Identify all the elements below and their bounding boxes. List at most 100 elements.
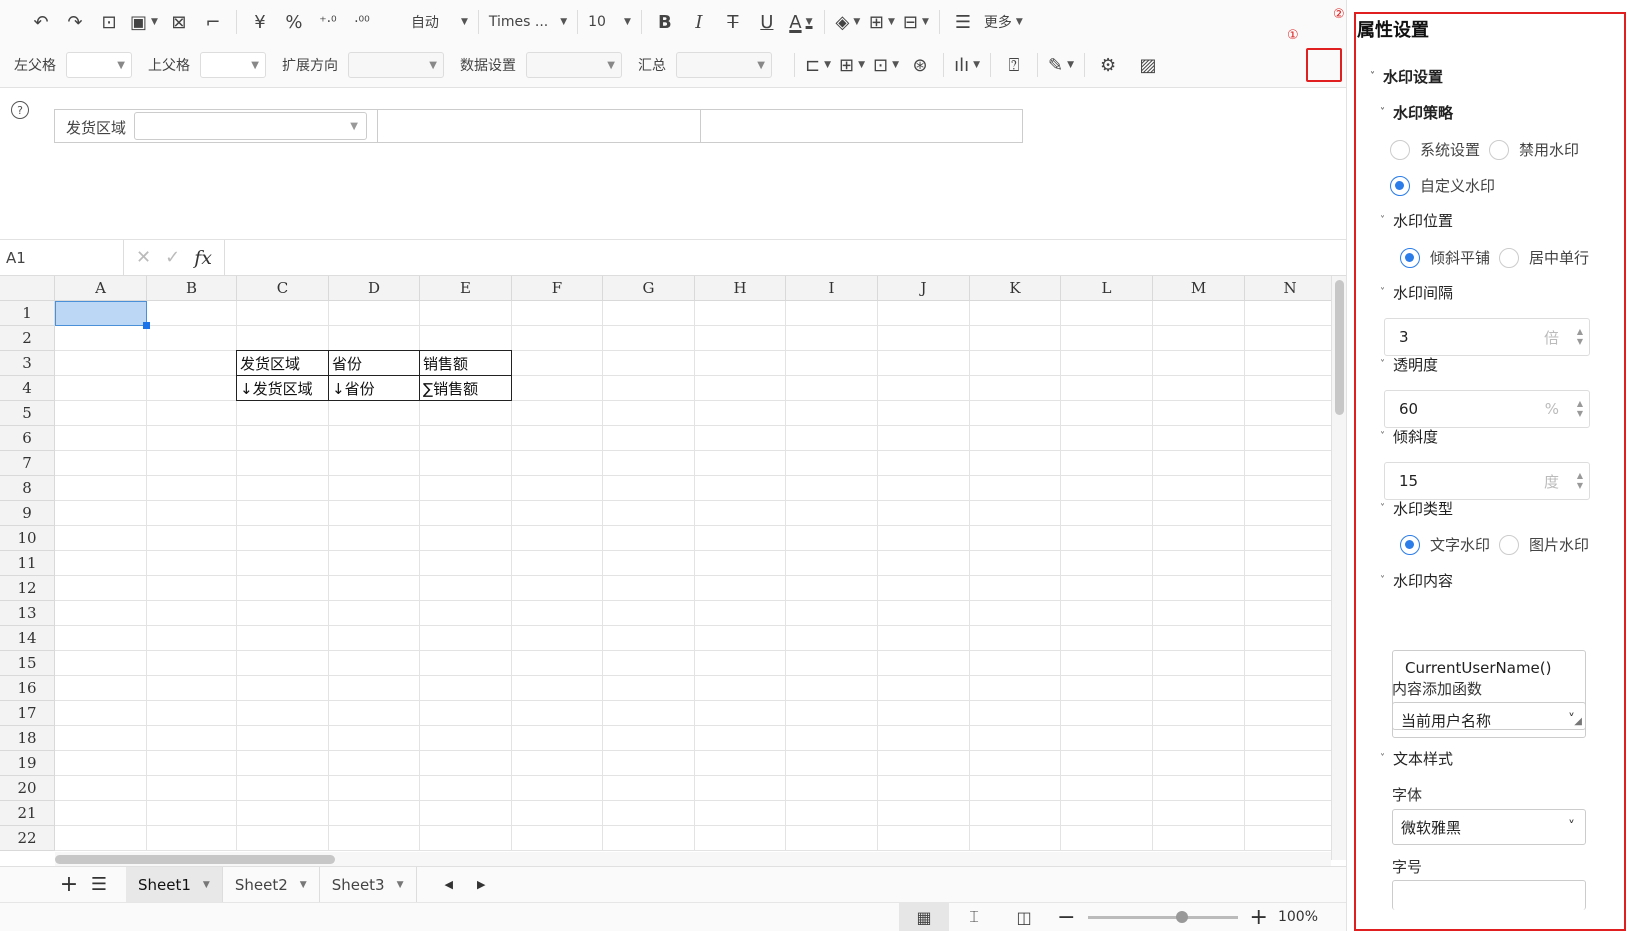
row-header[interactable]: 10 — [0, 526, 55, 551]
cancel-icon[interactable]: ✕ — [136, 247, 151, 268]
italic-button[interactable]: I — [682, 7, 716, 37]
column-header[interactable]: L — [1061, 276, 1153, 301]
zoom-out-icon[interactable]: − — [1057, 905, 1075, 930]
report-setting-icon[interactable]: ✎ ▼ — [1044, 50, 1078, 80]
zoom-slider[interactable] — [1087, 910, 1238, 923]
chevron-down-icon[interactable]: ▼ — [203, 880, 210, 890]
font-size-select[interactable] — [1392, 880, 1586, 910]
font-size-dropdown[interactable]: 10 ▼ — [584, 7, 635, 37]
help-icon[interactable]: ? — [11, 101, 29, 119]
row-header[interactable]: 20 — [0, 776, 55, 801]
normal-view-icon[interactable]: ▦ — [899, 902, 950, 931]
page-setting-icon[interactable]: ⚙ — [1091, 50, 1125, 80]
table-cell[interactable]: 省份 — [328, 350, 420, 376]
parameter-select[interactable]: ▼ — [134, 112, 367, 140]
confirm-icon[interactable]: ✓ — [165, 247, 180, 268]
column-header[interactable]: E — [420, 276, 512, 301]
preview-icon[interactable]: ⊡ — [92, 7, 126, 37]
tab-sheet1[interactable]: Sheet1 ▼ — [126, 866, 223, 903]
strikethrough-button[interactable]: T — [716, 7, 750, 37]
formula-input[interactable] — [225, 240, 1346, 276]
section-position[interactable]: ˅ 水印位置 — [1380, 210, 1453, 231]
fill-handle[interactable] — [143, 322, 150, 329]
row-header[interactable]: 22 — [0, 826, 55, 851]
section-opacity[interactable]: ˅ 透明度 — [1380, 354, 1438, 375]
top-parent-select[interactable]: ▼ — [200, 52, 266, 78]
section-content[interactable]: ˅ 水印内容 — [1380, 570, 1453, 591]
table-cell[interactable]: ∑销售额 — [419, 375, 512, 401]
add-sheet-icon[interactable]: + — [54, 870, 84, 900]
decrease-decimal-icon[interactable]: ·⁰⁰ — [345, 7, 379, 37]
section-watermark-setting[interactable]: ˅ 水印设置 — [1370, 66, 1443, 87]
row-header[interactable]: 7 — [0, 451, 55, 476]
sheet-list-icon[interactable]: ☰ — [84, 870, 114, 900]
row-header[interactable]: 6 — [0, 426, 55, 451]
percent-button[interactable]: % — [277, 7, 311, 37]
insert-table-icon[interactable]: ⊞ ▼ — [835, 50, 869, 80]
conditional-format-icon[interactable]: ⊛ — [903, 50, 937, 80]
row-header[interactable]: 17 — [0, 701, 55, 726]
insert-row-icon[interactable]: ⊏ ▼ — [801, 50, 835, 80]
font-color-button[interactable]: A ▼ — [784, 7, 818, 37]
parameter-icon[interactable]: ⍰ — [997, 50, 1031, 80]
zoom-slider-knob[interactable] — [1175, 910, 1188, 923]
section-type[interactable]: ˅ 水印类型 — [1380, 498, 1453, 519]
corner-select-all[interactable] — [0, 276, 55, 301]
column-header[interactable]: D — [329, 276, 420, 301]
page-layout-view-icon[interactable]: ◫ — [999, 903, 1049, 931]
column-header[interactable]: G — [603, 276, 695, 301]
watermark-icon[interactable]: ▨ — [1131, 50, 1165, 80]
increase-decimal-icon[interactable]: ⁺·⁰ — [311, 7, 345, 37]
next-sheet-icon[interactable]: ▶ — [477, 878, 485, 891]
format-painter-icon[interactable]: ⌐ — [196, 7, 230, 37]
chevron-down-icon[interactable]: ▼ — [300, 880, 307, 890]
row-header[interactable]: 13 — [0, 601, 55, 626]
row-header[interactable]: 5 — [0, 401, 55, 426]
tilt-input[interactable]: 15 度 ▲ ▼ — [1384, 462, 1590, 500]
align-icon[interactable]: ☰ — [946, 7, 980, 37]
font-select[interactable]: 微软雅黑 ˅ — [1392, 809, 1586, 845]
column-header[interactable]: C — [237, 276, 329, 301]
row-header[interactable]: 9 — [0, 501, 55, 526]
row-header[interactable]: 3 — [0, 351, 55, 376]
table-cell[interactable]: ↓省份 — [328, 375, 420, 401]
radio-image-watermark[interactable]: 图片水印 — [1499, 534, 1589, 555]
table-cell[interactable]: 发货区域 — [236, 350, 329, 376]
spacing-input[interactable]: 3 倍 ▲ ▼ — [1384, 318, 1590, 356]
radio-text-watermark[interactable]: 文字水印 — [1400, 534, 1490, 555]
section-text-style[interactable]: ˅ 文本样式 — [1380, 748, 1453, 769]
radio-tile[interactable]: 倾斜平铺 — [1400, 247, 1490, 268]
tab-sheet3[interactable]: Sheet3 ▼ — [320, 866, 417, 903]
fx-icon[interactable]: fx — [194, 247, 212, 269]
column-header[interactable]: M — [1153, 276, 1245, 301]
currency-button[interactable]: ¥ — [243, 7, 277, 37]
column-header[interactable]: H — [695, 276, 786, 301]
row-header[interactable]: 2 — [0, 326, 55, 351]
section-tilt[interactable]: ˅ 倾斜度 — [1380, 426, 1438, 447]
data-setting-select[interactable]: ▼ — [526, 52, 622, 78]
cell-name-box[interactable]: A1 — [0, 239, 124, 276]
row-header[interactable]: 16 — [0, 676, 55, 701]
vertical-scroll-thumb[interactable] — [1335, 280, 1344, 415]
row-header[interactable]: 14 — [0, 626, 55, 651]
section-strategy[interactable]: ˅ 水印策略 — [1380, 102, 1453, 123]
more-dropdown[interactable]: 更多 ▼ — [980, 7, 1027, 37]
row-header[interactable]: 4 — [0, 376, 55, 401]
bold-button[interactable]: B — [648, 7, 682, 37]
stepper-icon[interactable]: ▲ ▼ — [1577, 399, 1583, 419]
table-cell[interactable]: ↓发货区域 — [236, 375, 329, 401]
stepper-icon[interactable]: ▲ ▼ — [1577, 471, 1583, 491]
horizontal-scroll-thumb[interactable] — [55, 855, 335, 864]
borders-icon[interactable]: ⊞ ▼ — [865, 7, 899, 37]
spreadsheet-grid[interactable]: A B C D E F G H I J K L M N 1 2 3 4 5 6 7 8 9 10 11 12 13 14 15 16 17 1… — [0, 276, 1331, 860]
column-header[interactable]: N — [1245, 276, 1331, 301]
add-function-select[interactable]: 当前用户名称 ˅ — [1392, 702, 1586, 738]
summary-select[interactable]: ▼ — [676, 52, 772, 78]
underline-button[interactable]: U — [750, 7, 784, 37]
column-header[interactable]: B — [147, 276, 237, 301]
merge-cells-icon[interactable]: ⊟ ▼ — [899, 7, 933, 37]
row-header[interactable]: 18 — [0, 726, 55, 751]
row-header[interactable]: 21 — [0, 801, 55, 826]
page-break-view-icon[interactable]: ⌶ — [949, 903, 999, 931]
vertical-scrollbar[interactable] — [1331, 276, 1346, 860]
